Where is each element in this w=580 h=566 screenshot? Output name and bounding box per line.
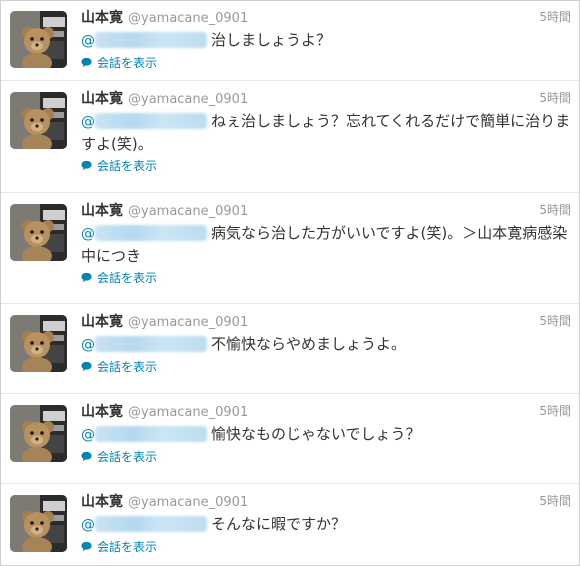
view-conversation-label[interactable]: 会話を表示 (97, 538, 157, 555)
tweet-item[interactable]: 山本寛 @yamacane_0901 5時間 @ 病気なら治した方がいいですよ(笑)… (1, 194, 579, 304)
tweet-body: 治しましょうよ？ (211, 31, 332, 49)
tweet-body: 愉快なものじゃないでしょう？ (211, 425, 421, 443)
tweet-content: 山本寛 @yamacane_0901 5時間 @ 病気なら治した方がいいですよ(笑)… (81, 200, 571, 287)
tweet-content: 山本寛 @yamacane_0901 5時間 @ 治しましょうよ？ 会話を表示 (81, 7, 571, 72)
tweet-text: @ 治しましょうよ？ (81, 29, 571, 52)
timestamp[interactable]: 5時間 (539, 7, 571, 27)
blurred-username[interactable] (95, 113, 207, 129)
mention-link[interactable]: @ (81, 427, 95, 443)
screen-name[interactable]: @yamacane_0901 (128, 11, 248, 26)
view-conversation-link[interactable]: 会話を表示 (81, 537, 157, 555)
tweet-header: 山本寛 @yamacane_0901 5時間 (81, 7, 571, 27)
blurred-username[interactable] (95, 516, 207, 532)
blurred-username[interactable] (95, 336, 207, 352)
screen-name[interactable]: @yamacane_0901 (128, 495, 248, 510)
mention-link[interactable]: @ (81, 337, 95, 353)
tweet-item[interactable]: 山本寛 @yamacane_0901 5時間 @ ねぇ治しましょう？忘れてくれるだけ… (1, 82, 579, 193)
mention-link[interactable]: @ (81, 33, 95, 49)
tweet-header: 山本寛 @yamacane_0901 5時間 (81, 88, 571, 108)
screen-name[interactable]: @yamacane_0901 (128, 405, 248, 420)
view-conversation-label[interactable]: 会話を表示 (97, 54, 157, 71)
view-conversation-link[interactable]: 会話を表示 (81, 357, 157, 375)
display-name[interactable]: 山本寛 (81, 91, 123, 107)
display-name[interactable]: 山本寛 (81, 10, 123, 26)
tweet-header: 山本寛 @yamacane_0901 5時間 (81, 491, 571, 511)
tweet-item[interactable]: 山本寛 @yamacane_0901 5時間 @ そんなに暇ですか？ 会話を表示 (1, 485, 579, 565)
timestamp[interactable]: 5時間 (539, 88, 571, 108)
display-name[interactable]: 山本寛 (81, 203, 123, 219)
speech-bubble-icon (81, 272, 92, 282)
mention-link[interactable]: @ (81, 517, 95, 533)
tweet-timeline: 山本寛 @yamacane_0901 5時間 @ 治しましょうよ？ 会話を表示 (0, 0, 580, 566)
tweet-header: 山本寛 @yamacane_0901 5時間 (81, 401, 571, 421)
tweet-content: 山本寛 @yamacane_0901 5時間 @ 愉快なものじゃないでしょう？ 会話… (81, 401, 571, 466)
tweet-text: @ 愉快なものじゃないでしょう？ (81, 423, 571, 446)
view-conversation-link[interactable]: 会話を表示 (81, 156, 157, 174)
tweet-text: @ 不愉快ならやめましょうよ。 (81, 333, 571, 356)
view-conversation-label[interactable]: 会話を表示 (97, 269, 157, 286)
tweet-item[interactable]: 山本寛 @yamacane_0901 5時間 @ 治しましょうよ？ 会話を表示 (1, 1, 579, 81)
avatar[interactable] (10, 405, 67, 462)
display-name[interactable]: 山本寛 (81, 314, 123, 330)
speech-bubble-icon (81, 361, 92, 371)
timestamp[interactable]: 5時間 (539, 491, 571, 511)
tweet-content: 山本寛 @yamacane_0901 5時間 @ ねぇ治しましょう？忘れてくれるだけ… (81, 88, 571, 175)
tweet-content: 山本寛 @yamacane_0901 5時間 @ そんなに暇ですか？ 会話を表示 (81, 491, 571, 556)
view-conversation-label[interactable]: 会話を表示 (97, 448, 157, 465)
teddy-bear-avatar-icon (10, 204, 67, 261)
speech-bubble-icon (81, 57, 92, 67)
timestamp[interactable]: 5時間 (539, 200, 571, 220)
avatar[interactable] (10, 204, 67, 261)
tweet-content: 山本寛 @yamacane_0901 5時間 @ 不愉快ならやめましょうよ。 会話を… (81, 311, 571, 376)
screen-name[interactable]: @yamacane_0901 (128, 315, 248, 330)
teddy-bear-avatar-icon (10, 92, 67, 149)
teddy-bear-avatar-icon (10, 495, 67, 552)
teddy-bear-avatar-icon (10, 11, 67, 68)
speech-bubble-icon (81, 160, 92, 170)
view-conversation-label[interactable]: 会話を表示 (97, 157, 157, 174)
teddy-bear-avatar-icon (10, 405, 67, 462)
screen-name[interactable]: @yamacane_0901 (128, 204, 248, 219)
mention-link[interactable]: @ (81, 114, 95, 130)
blurred-username[interactable] (95, 225, 207, 241)
display-name[interactable]: 山本寛 (81, 494, 123, 510)
blurred-username[interactable] (95, 426, 207, 442)
speech-bubble-icon (81, 541, 92, 551)
display-name[interactable]: 山本寛 (81, 404, 123, 420)
tweet-header: 山本寛 @yamacane_0901 5時間 (81, 200, 571, 220)
mention-link[interactable]: @ (81, 226, 95, 242)
tweet-item[interactable]: 山本寛 @yamacane_0901 5時間 @ 不愉快ならやめましょうよ。 会話を… (1, 305, 579, 394)
tweet-text: @ 病気なら治した方がいいですよ(笑)。＞山本寛病感染中につき (81, 222, 571, 267)
view-conversation-label[interactable]: 会話を表示 (97, 358, 157, 375)
tweet-body: 不愉快ならやめましょうよ。 (211, 335, 407, 353)
tweet-body: そんなに暇ですか？ (211, 515, 347, 533)
tweet-text: @ ねぇ治しましょう？忘れてくれるだけで簡単に治りますよ(笑)。 (81, 110, 571, 155)
avatar[interactable] (10, 495, 67, 552)
speech-bubble-icon (81, 451, 92, 461)
blurred-username[interactable] (95, 32, 207, 48)
tweet-text: @ そんなに暇ですか？ (81, 513, 571, 536)
timestamp[interactable]: 5時間 (539, 311, 571, 331)
view-conversation-link[interactable]: 会話を表示 (81, 268, 157, 286)
tweet-header: 山本寛 @yamacane_0901 5時間 (81, 311, 571, 331)
screen-name[interactable]: @yamacane_0901 (128, 92, 248, 107)
avatar[interactable] (10, 315, 67, 372)
view-conversation-link[interactable]: 会話を表示 (81, 447, 157, 465)
view-conversation-link[interactable]: 会話を表示 (81, 53, 157, 71)
teddy-bear-avatar-icon (10, 315, 67, 372)
tweet-item[interactable]: 山本寛 @yamacane_0901 5時間 @ 愉快なものじゃないでしょう？ 会話… (1, 395, 579, 484)
avatar[interactable] (10, 11, 67, 68)
avatar[interactable] (10, 92, 67, 149)
timestamp[interactable]: 5時間 (539, 401, 571, 421)
